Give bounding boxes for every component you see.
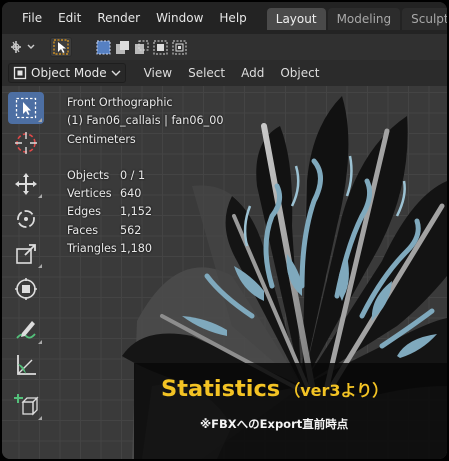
3d-viewport[interactable]: Front Orthographic (1) Fan06_callais | f…: [2, 86, 447, 459]
menu-file[interactable]: File: [14, 2, 50, 34]
caption-subtitle: （ver3より）: [284, 381, 389, 400]
tab-modeling[interactable]: Modeling: [327, 8, 401, 30]
tool-shelf: [8, 92, 44, 425]
menu-window[interactable]: Window: [148, 2, 211, 34]
transform-icon[interactable]: [8, 273, 44, 305]
menu-view[interactable]: View: [136, 66, 180, 80]
chevron-down-icon: [111, 70, 121, 76]
viewport-header: Object Mode View Select Add Object: [2, 60, 447, 86]
caption-note: ※FBXへのExport直前時点: [200, 417, 349, 431]
select-tool-icon[interactable]: [50, 37, 72, 57]
move-icon[interactable]: [8, 168, 44, 200]
menu-render[interactable]: Render: [89, 2, 148, 34]
blender-window: File Edit Render Window Help Layout Mode…: [2, 2, 447, 459]
select-mode-extend-icon[interactable]: [113, 38, 132, 56]
stat-row-objects: Objects 0 / 1: [67, 168, 146, 182]
rotate-icon[interactable]: [8, 203, 44, 235]
viewport-info-overlay: Front Orthographic (1) Fan06_callais | f…: [67, 94, 223, 258]
caption-box: Statistics （ver3より） ※FBXへのExport直前時点: [134, 363, 447, 459]
stat-row-triangles: Triangles 1,180: [67, 242, 153, 256]
menu-object[interactable]: Object: [272, 66, 327, 80]
stat-row-faces: Faces 562: [67, 223, 142, 237]
workspace-tabs: Layout Modeling Sculpting: [265, 2, 447, 34]
mode-dropdown-label: Object Mode: [31, 66, 107, 80]
select-mode-subtract-icon[interactable]: [132, 38, 151, 56]
add-cube-icon[interactable]: [8, 390, 44, 422]
tab-layout[interactable]: Layout: [266, 8, 326, 30]
annotate-icon[interactable]: [8, 314, 44, 346]
caption-title: Statistics （ver3より）: [161, 376, 389, 402]
object-mode-icon: [13, 66, 27, 80]
units-label: Centimeters: [67, 132, 136, 146]
select-box-icon[interactable]: [8, 92, 44, 124]
menu-add[interactable]: Add: [233, 66, 272, 80]
transform-pivot-icon[interactable]: [10, 38, 38, 56]
select-mode-set-icon[interactable]: [94, 38, 113, 56]
measure-icon[interactable]: [8, 349, 44, 381]
cursor-icon[interactable]: [8, 127, 44, 159]
menu-select[interactable]: Select: [180, 66, 233, 80]
tab-sculpting[interactable]: Sculpting: [402, 8, 447, 30]
mode-dropdown[interactable]: Object Mode: [8, 63, 126, 83]
top-menubar: File Edit Render Window Help Layout Mode…: [2, 2, 447, 34]
view-name: Front Orthographic: [67, 96, 173, 109]
select-mode-intersect-icon[interactable]: [170, 38, 189, 56]
menu-help[interactable]: Help: [211, 2, 254, 34]
stat-row-vertices: Vertices 640: [67, 187, 142, 201]
stat-row-edges: Edges 1,152: [67, 205, 153, 219]
object-info: (1) Fan06_callais | fan06_00: [67, 114, 224, 128]
menu-edit[interactable]: Edit: [50, 2, 89, 34]
tool-settings-bar: [2, 34, 447, 60]
scale-icon[interactable]: [8, 238, 44, 270]
select-mode-invert-icon[interactable]: [151, 38, 170, 56]
